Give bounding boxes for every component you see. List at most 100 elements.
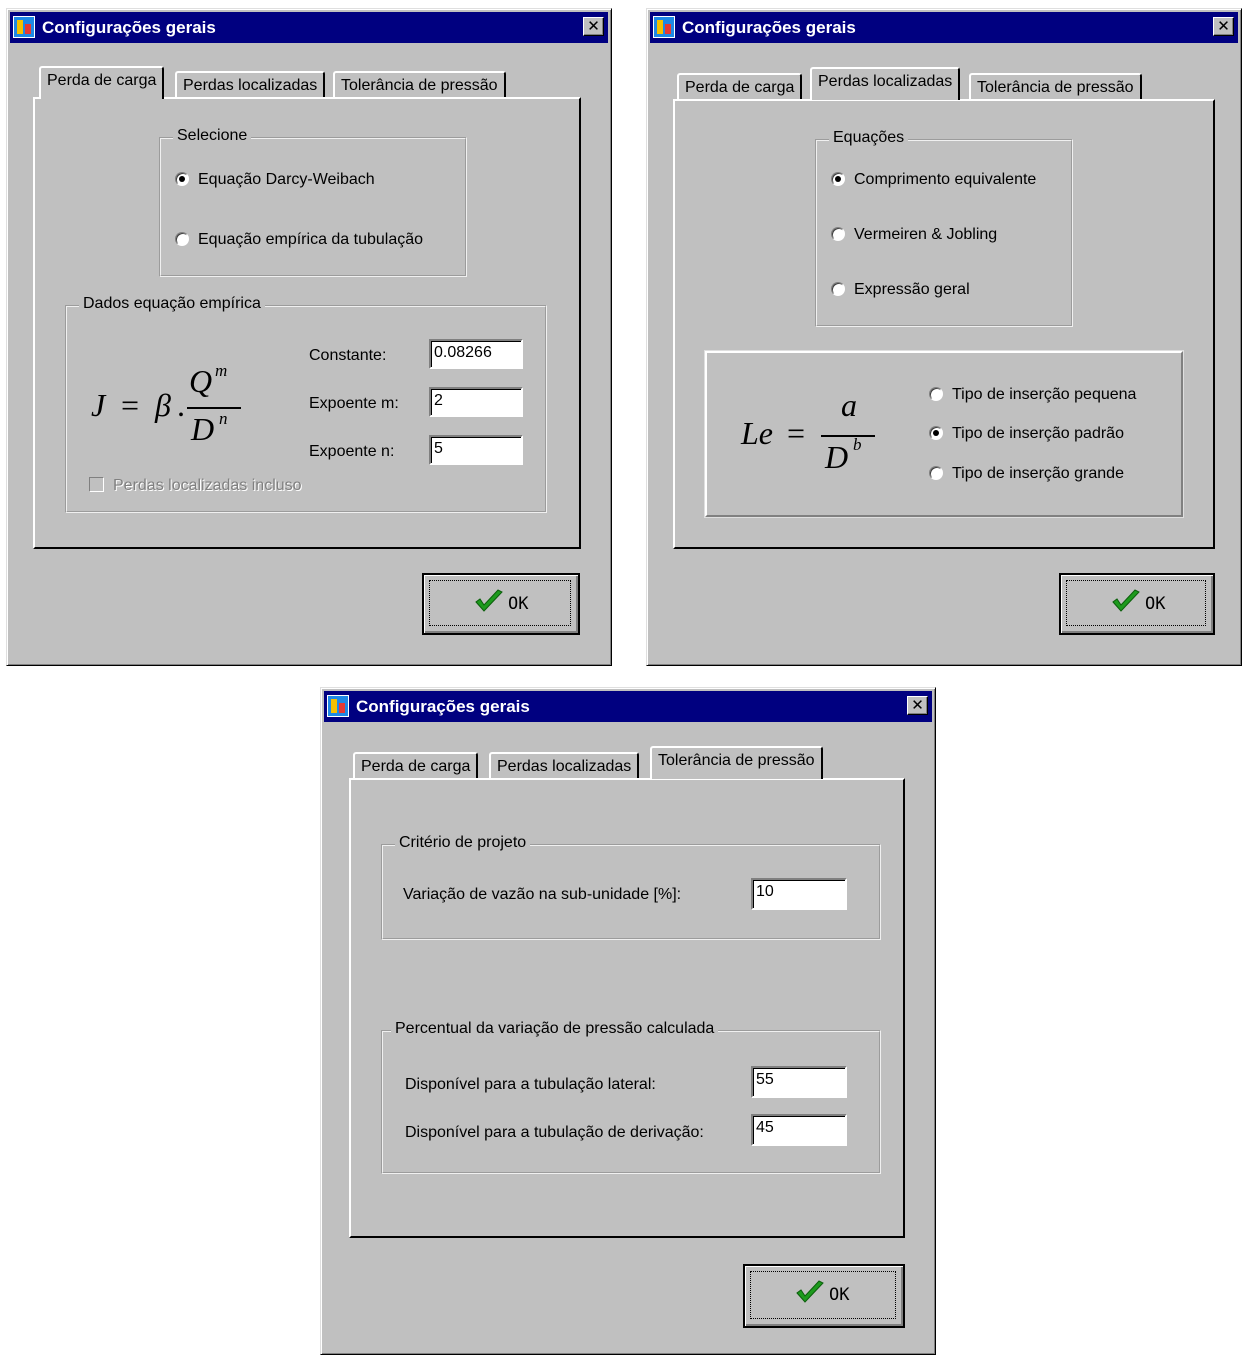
tab-perda-de-carga[interactable]: Perda de carga xyxy=(677,73,803,101)
dialog-title: Configurações gerais xyxy=(682,18,856,37)
radio-button[interactable] xyxy=(929,466,943,480)
radio-empirica[interactable]: Equação empírica da tubulação xyxy=(175,231,423,249)
ok-label: OK xyxy=(508,594,529,614)
dialog-tolerancia-de-pressao: Configurações gerais ✕ Perda de carga Pe… xyxy=(320,687,936,1355)
title-bar[interactable]: Configurações gerais ✕ xyxy=(650,12,1238,43)
radio-expressao-geral[interactable]: Expressão geral xyxy=(831,281,970,299)
radio-label: Tipo de inserção padrão xyxy=(952,425,1124,442)
radio-label: Tipo de inserção pequena xyxy=(952,386,1137,403)
criteria-legend: Critério de projeto xyxy=(395,834,531,852)
tab-label: Tolerância de pressão xyxy=(658,752,815,769)
radio-label: Expressão geral xyxy=(854,281,970,298)
insertion-box: Le = a D b Tipo de inserção pequena Tipo… xyxy=(704,350,1184,518)
radio-button[interactable] xyxy=(929,387,943,401)
tab-label: Perdas localizadas xyxy=(183,77,318,94)
constante-label: Constante: xyxy=(309,347,387,364)
ok-button[interactable]: OK xyxy=(422,573,580,635)
formula-numerator: a xyxy=(841,387,857,423)
tab-panel: Selecione Equação Darcy-Weibach Equação … xyxy=(33,97,581,549)
pressure-legend: Percentual da variação de pressão calcul… xyxy=(391,1020,719,1038)
dialog-title: Configurações gerais xyxy=(356,697,530,716)
tab-perdas-localizadas[interactable]: Perdas localizadas xyxy=(489,752,640,780)
expoente-m-input[interactable]: 2 xyxy=(429,387,523,417)
tab-panel: Critério de projeto Variação de vazão na… xyxy=(349,778,905,1238)
app-icon xyxy=(13,16,35,38)
darcy-formula: J = β . Q m D n xyxy=(91,361,271,451)
check-icon xyxy=(796,1280,824,1303)
title-bar[interactable]: Configurações gerais ✕ xyxy=(324,691,932,722)
le-formula: Le = a D b xyxy=(741,387,891,483)
formula-den-exp: b xyxy=(853,435,862,454)
formula-bar xyxy=(187,407,241,409)
derivation-input[interactable]: 45 xyxy=(751,1114,847,1146)
radio-insercao-grande[interactable]: Tipo de inserção grande xyxy=(929,465,1124,483)
tab-panel: Equações Comprimento equivalente Vermeir… xyxy=(673,99,1215,549)
checkbox-box[interactable] xyxy=(89,477,104,492)
app-icon xyxy=(653,16,675,38)
tab-perdas-localizadas[interactable]: Perdas localizadas xyxy=(175,71,326,99)
formula-equals: = xyxy=(121,387,140,423)
radio-button[interactable] xyxy=(831,172,845,186)
radio-insercao-padrao[interactable]: Tipo de inserção padrão xyxy=(929,425,1124,443)
equations-legend: Equações xyxy=(829,129,909,147)
select-legend: Selecione xyxy=(173,127,252,145)
radio-label: Equação Darcy-Weibach xyxy=(198,171,375,188)
radio-button[interactable] xyxy=(929,426,943,440)
radio-button[interactable] xyxy=(175,232,189,246)
radio-vermeiren-jobling[interactable]: Vermeiren & Jobling xyxy=(831,226,997,244)
radio-button[interactable] xyxy=(831,282,845,296)
title-bar[interactable]: Configurações gerais ✕ xyxy=(10,12,608,43)
tab-tolerancia-de-pressao[interactable]: Tolerância de pressão xyxy=(333,71,506,99)
dialog-perdas-localizadas: Configurações gerais ✕ Perda de carga Pe… xyxy=(646,8,1242,666)
formula-denominator: D xyxy=(191,411,215,447)
flow-variation-label: Variação de vazão na sub-unidade [%]: xyxy=(403,886,682,903)
radio-button[interactable] xyxy=(831,227,845,241)
formula-dot: . xyxy=(177,387,185,423)
equations-group: Equações Comprimento equivalente Vermeir… xyxy=(815,129,1073,327)
radio-label: Tipo de inserção grande xyxy=(952,465,1124,482)
radio-button[interactable] xyxy=(175,172,189,186)
formula-beta: β xyxy=(155,387,171,423)
tab-tolerancia-de-pressao[interactable]: Tolerância de pressão xyxy=(650,746,823,779)
tab-tolerancia-de-pressao[interactable]: Tolerância de pressão xyxy=(969,73,1142,101)
radio-label: Comprimento equivalente xyxy=(854,171,1037,188)
lateral-input[interactable]: 55 xyxy=(751,1066,847,1098)
constante-input[interactable]: 0.08266 xyxy=(429,339,523,369)
select-group: Selecione Equação Darcy-Weibach Equação … xyxy=(159,127,467,277)
ok-button[interactable]: OK xyxy=(743,1264,905,1328)
dialog-title: Configurações gerais xyxy=(42,18,216,37)
derivation-label: Disponível para a tubulação de derivação… xyxy=(405,1124,704,1141)
tab-perda-de-carga[interactable]: Perda de carga xyxy=(353,752,479,780)
tab-label: Perda de carga xyxy=(47,72,157,89)
close-icon[interactable]: ✕ xyxy=(1213,17,1234,36)
ok-button[interactable]: OK xyxy=(1059,573,1215,635)
close-icon[interactable]: ✕ xyxy=(583,17,604,36)
formula-numerator: Q xyxy=(189,363,213,399)
formula-denominator: D xyxy=(825,439,849,475)
checkbox-label: Perdas localizadas incluso xyxy=(113,477,302,494)
app-icon xyxy=(327,695,349,717)
radio-comprimento-equivalente[interactable]: Comprimento equivalente xyxy=(831,171,1036,189)
formula-lhs: J xyxy=(91,387,106,423)
perdas-incluso-checkbox[interactable]: Perdas localizadas incluso xyxy=(89,477,302,495)
flow-variation-input[interactable]: 10 xyxy=(751,878,847,910)
formula-den-exp: n xyxy=(219,409,228,428)
tab-label: Perda de carga xyxy=(685,79,795,96)
lateral-label: Disponível para a tubulação lateral: xyxy=(405,1076,656,1093)
dialog-perda-de-carga: Configurações gerais ✕ Perda de carga Pe… xyxy=(6,8,612,666)
ok-label: OK xyxy=(1145,594,1166,614)
tab-label: Tolerância de pressão xyxy=(977,79,1134,96)
check-icon xyxy=(1112,589,1140,612)
formula-bar xyxy=(821,435,875,437)
tab-label: Perdas localizadas xyxy=(497,758,632,775)
tab-perdas-localizadas[interactable]: Perdas localizadas xyxy=(810,67,961,100)
expoente-m-label: Expoente m: xyxy=(309,395,399,412)
check-icon xyxy=(475,589,503,612)
radio-darcy-weibach[interactable]: Equação Darcy-Weibach xyxy=(175,171,375,189)
radio-label: Vermeiren & Jobling xyxy=(854,226,998,243)
radio-insercao-pequena[interactable]: Tipo de inserção pequena xyxy=(929,386,1136,404)
radio-label: Equação empírica da tubulação xyxy=(198,231,424,248)
expoente-n-input[interactable]: 5 xyxy=(429,435,523,465)
tab-perda-de-carga[interactable]: Perda de carga xyxy=(39,66,165,99)
close-icon[interactable]: ✕ xyxy=(907,696,928,715)
